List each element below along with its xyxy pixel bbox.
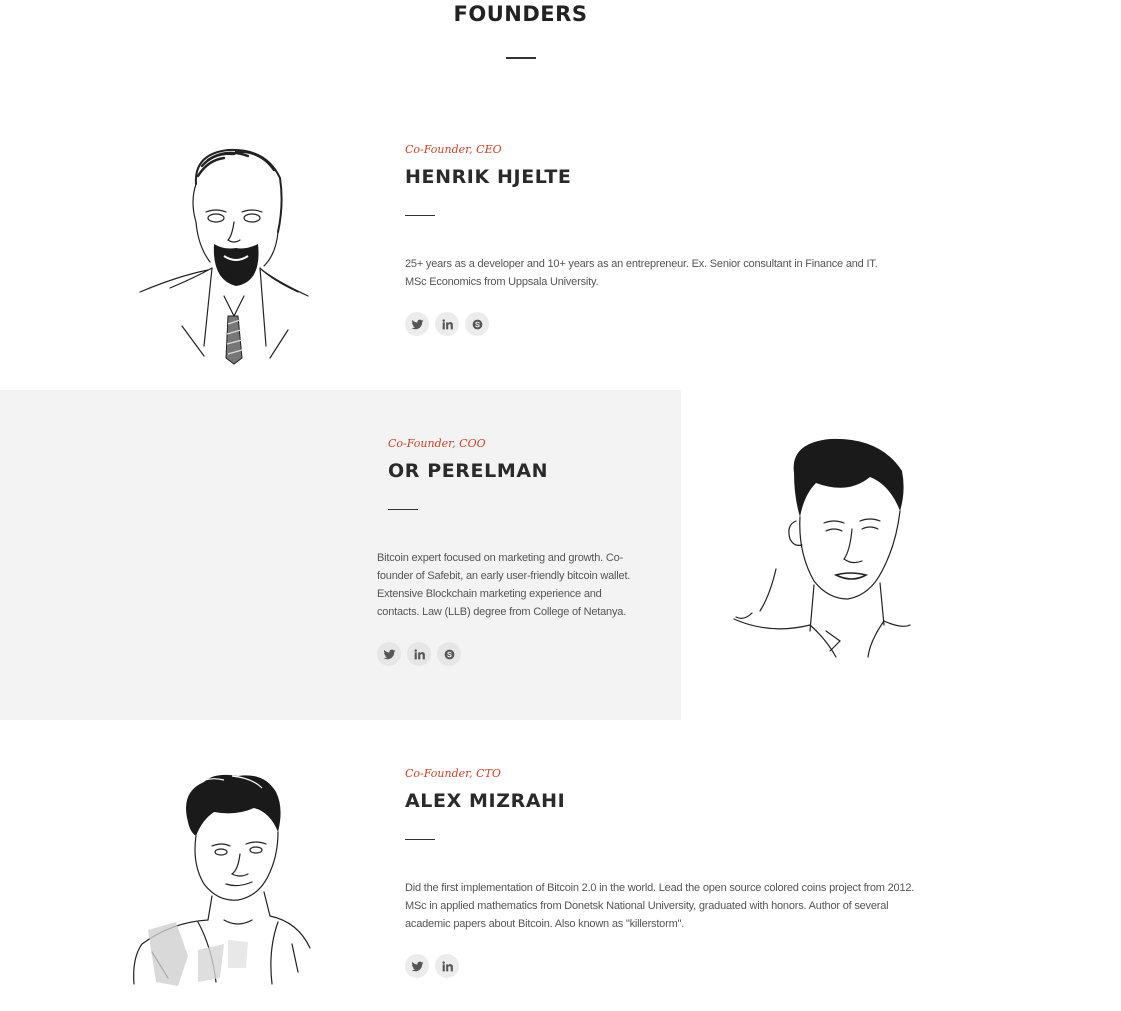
founder-card-coo: Co-Founder, COO OR PERELMAN Bitcoin expe… <box>0 390 681 720</box>
founder-portrait-henrik <box>139 148 309 365</box>
twitter-icon <box>411 961 423 971</box>
twitter-icon <box>411 319 423 329</box>
linkedin-link[interactable] <box>435 954 459 978</box>
name-divider <box>388 509 418 510</box>
section-title: FOUNDERS <box>453 2 588 26</box>
linkedin-icon <box>441 318 453 329</box>
founder-name: OR PERELMAN <box>388 460 549 482</box>
linkedin-icon <box>441 960 453 971</box>
linkedin-icon <box>413 648 425 659</box>
founder-card-ceo: Co-Founder, CEO HENRIK HJELTE 25+ years … <box>0 100 1121 390</box>
founder-role: Co-Founder, CEO <box>405 143 502 156</box>
founder-portrait-alex <box>133 774 311 986</box>
founder-name: ALEX MIZRAHI <box>405 790 566 812</box>
founder-role: Co-Founder, CTO <box>405 767 501 780</box>
social-links <box>377 642 461 666</box>
skype-link[interactable] <box>437 642 461 666</box>
skype-icon <box>472 319 482 329</box>
social-links <box>405 312 489 336</box>
founder-bio: 25+ years as a developer and 10+ years a… <box>405 258 878 288</box>
title-divider <box>506 57 536 59</box>
twitter-link[interactable] <box>405 312 429 336</box>
skype-link[interactable] <box>465 312 489 336</box>
name-divider <box>405 839 435 840</box>
name-divider <box>405 215 435 216</box>
twitter-icon <box>383 649 395 659</box>
skype-icon <box>444 649 454 659</box>
founder-card-cto: Co-Founder, CTO ALEX MIZRAHI Did the fir… <box>0 720 1121 1011</box>
founder-bio: Bitcoin expert focused on marketing and … <box>377 552 631 618</box>
founder-portrait-or <box>733 438 911 658</box>
linkedin-link[interactable] <box>407 642 431 666</box>
twitter-link[interactable] <box>377 642 401 666</box>
linkedin-link[interactable] <box>435 312 459 336</box>
social-links <box>405 954 459 978</box>
founder-role: Co-Founder, COO <box>388 437 486 450</box>
founder-name: HENRIK HJELTE <box>405 166 572 188</box>
twitter-link[interactable] <box>405 954 429 978</box>
founder-bio: Did the first implementation of Bitcoin … <box>405 882 915 930</box>
